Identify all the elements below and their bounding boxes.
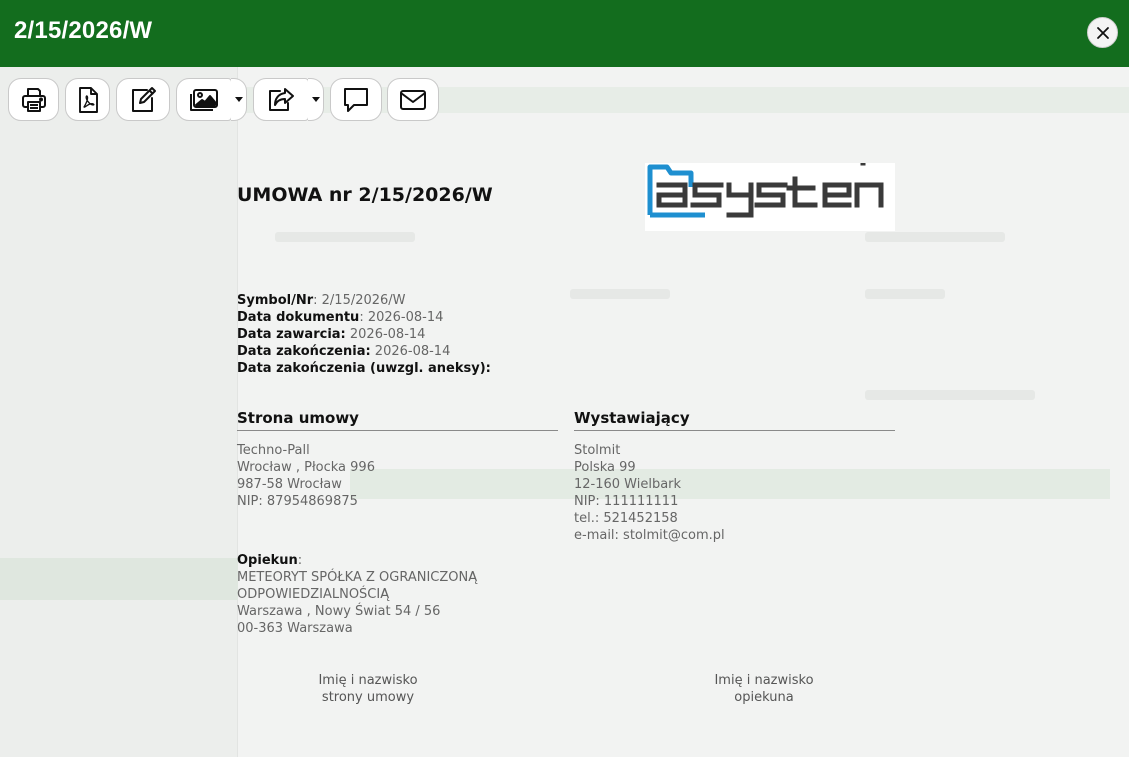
meta-value: 2026-08-14 bbox=[370, 344, 451, 359]
party-heading: Strona umowy bbox=[237, 409, 558, 431]
guardian-label: Opiekun bbox=[237, 553, 298, 568]
print-icon bbox=[21, 87, 46, 112]
guardian-section: Opiekun: METEORYT SPÓŁKA Z OGRANICZONĄ O… bbox=[237, 552, 477, 637]
issuer-line: Stolmit bbox=[574, 443, 621, 458]
mail-button[interactable] bbox=[387, 78, 439, 121]
party-details: Techno-Pall Wrocław , Płocka 996 987-58 … bbox=[237, 442, 558, 510]
issuer-line: NIP: 111111111 bbox=[574, 494, 679, 509]
caret-down-icon bbox=[311, 97, 320, 102]
signature-guardian: Imię i nazwisko opiekuna bbox=[634, 672, 894, 706]
background-active-band bbox=[0, 558, 238, 600]
background-line bbox=[865, 232, 1005, 242]
edit-button[interactable] bbox=[116, 78, 170, 121]
signature-line: Imię i nazwisko bbox=[714, 673, 814, 688]
issuer-line: Polska 99 bbox=[574, 460, 636, 475]
guardian-line: ODPOWIEDZIALNOŚCIĄ bbox=[237, 587, 390, 602]
background-app bbox=[0, 67, 1129, 757]
background-line bbox=[865, 390, 1035, 400]
guardian-colon: : bbox=[297, 553, 303, 568]
party-line: 987-58 Wrocław bbox=[237, 477, 342, 492]
background-line bbox=[275, 232, 415, 242]
background-line bbox=[570, 289, 670, 299]
meta-row-conclusion-date: Data zawarcia: 2026-08-14 bbox=[237, 326, 491, 343]
pdf-icon bbox=[78, 86, 98, 113]
issuer-line: e-mail: stolmit@com.pl bbox=[574, 528, 725, 543]
images-icon bbox=[190, 88, 218, 111]
title-bar: 2/15/2026/W bbox=[0, 0, 1129, 67]
background-line bbox=[865, 289, 945, 299]
close-button[interactable] bbox=[1087, 17, 1118, 48]
pdf-button[interactable] bbox=[65, 78, 110, 121]
issuer-section: Wystawiający Stolmit Polska 99 12-160 Wi… bbox=[574, 409, 895, 544]
party-line: NIP: 87954869875 bbox=[237, 494, 358, 509]
issuer-heading: Wystawiający bbox=[574, 409, 895, 431]
meta-label: Data zakończenia (uwzgl. aneksy): bbox=[237, 361, 491, 376]
meta-row-end-date-annex: Data zakończenia (uwzgl. aneksy): bbox=[237, 360, 491, 377]
window-title: 2/15/2026/W bbox=[14, 17, 153, 44]
document-meta: Symbol/Nr: 2/15/2026/W Data dokumentu: 2… bbox=[237, 292, 491, 377]
guardian-line: 00-363 Warszawa bbox=[237, 621, 353, 636]
meta-label: Data zakończenia: bbox=[237, 344, 371, 359]
meta-value: 2026-08-14 bbox=[363, 310, 444, 325]
meta-label: Data zawarcia: bbox=[237, 327, 346, 342]
background-sidebar bbox=[0, 67, 238, 757]
meta-row-symbol: Symbol/Nr: 2/15/2026/W bbox=[237, 292, 491, 309]
meta-label: Symbol/Nr bbox=[237, 293, 314, 308]
signature-line: opiekuna bbox=[734, 690, 794, 705]
edit-icon bbox=[132, 86, 156, 112]
guardian-line: METEORYT SPÓŁKA Z OGRANICZONĄ bbox=[237, 570, 478, 585]
issuer-details: Stolmit Polska 99 12-160 Wielbark NIP: 1… bbox=[574, 442, 895, 544]
meta-row-document-date: Data dokumentu: 2026-08-14 bbox=[237, 309, 491, 326]
images-dropdown-toggle[interactable] bbox=[231, 78, 247, 121]
share-icon bbox=[269, 87, 294, 111]
signature-line: strony umowy bbox=[321, 690, 415, 705]
comment-button[interactable] bbox=[330, 78, 382, 121]
signature-party: Imię i nazwisko strony umowy bbox=[238, 672, 498, 706]
party-section: Strona umowy Techno-Pall Wrocław , Płock… bbox=[237, 409, 558, 510]
guardian-details: METEORYT SPÓŁKA Z OGRANICZONĄ ODPOWIEDZI… bbox=[237, 569, 477, 637]
meta-label: Data dokumentu bbox=[237, 310, 360, 325]
guardian-line: Warszawa , Nowy Świat 54 / 56 bbox=[237, 604, 441, 619]
meta-value: 2/15/2026/W bbox=[317, 293, 406, 308]
comment-icon bbox=[344, 87, 368, 112]
caret-down-icon bbox=[234, 97, 243, 102]
issuer-line: tel.: 521452158 bbox=[574, 511, 678, 526]
close-icon bbox=[1096, 26, 1109, 39]
share-dropdown-toggle[interactable] bbox=[308, 78, 324, 121]
meta-row-end-date: Data zakończenia: 2026-08-14 bbox=[237, 343, 491, 360]
party-line: Techno-Pall bbox=[237, 443, 310, 458]
meta-value: 2026-08-14 bbox=[345, 327, 426, 342]
print-button[interactable] bbox=[8, 78, 59, 121]
issuer-line: 12-160 Wielbark bbox=[574, 477, 682, 492]
signature-line: Imię i nazwisko bbox=[318, 673, 418, 688]
mail-icon bbox=[400, 89, 426, 110]
images-button[interactable] bbox=[176, 78, 232, 121]
document-title: UMOWA nr 2/15/2026/W bbox=[237, 184, 493, 206]
company-logo bbox=[645, 160, 895, 231]
share-button[interactable] bbox=[253, 78, 309, 121]
party-line: Wrocław , Płocka 996 bbox=[237, 460, 375, 475]
